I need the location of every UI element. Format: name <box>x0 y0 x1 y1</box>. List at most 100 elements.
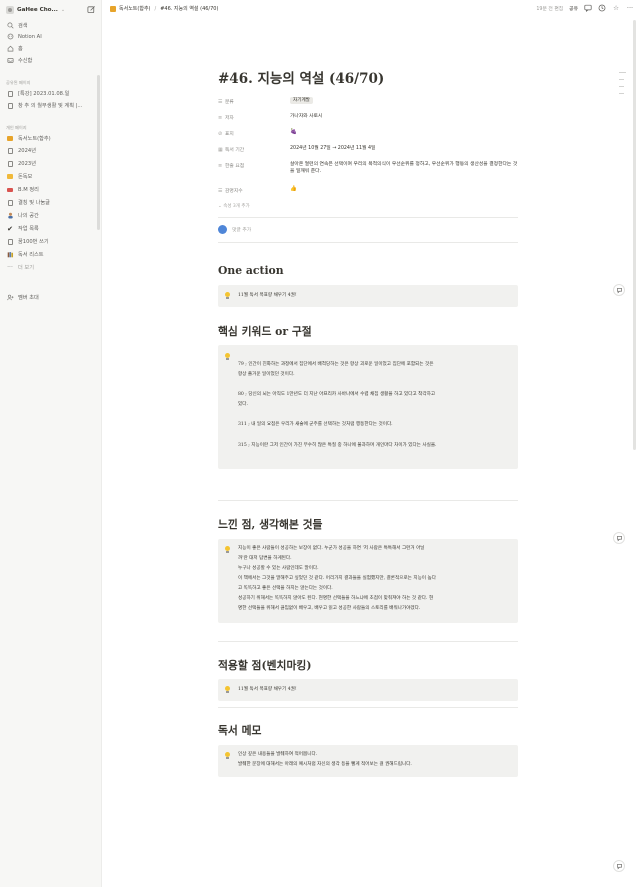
topbar-actions: 19분 전 편집 공유 ☆ ··· <box>536 4 634 12</box>
sidebar-item-label: Notion AI <box>18 33 42 40</box>
sidebar-item-label: 창 추 의 월부생활 및 계획 |... <box>18 103 83 109</box>
sidebar-item-more[interactable]: ··· 더 보기 <box>6 263 96 272</box>
add-properties-button[interactable]: ⌄ 속성 3개 추가 <box>218 203 250 209</box>
reflection-line: 까'란 대저 답변을 하게된다. <box>238 556 292 561</box>
sidebar-item-share-posts[interactable]: 결칭 및 나눔글 <box>6 198 96 207</box>
paperclip-icon: ⊘ <box>218 130 223 137</box>
topbar: 독서노트(합추) / #46. 지능의 역설 (46/70) 19분 전 편집 … <box>102 0 640 18</box>
reflection-line: 성공하기 위해서는 똑똑하지 않아도 된다. 현명한 선택들을 하느냐에 초점이… <box>238 596 434 601</box>
page-icon <box>6 102 14 110</box>
sidebar-item-label: 홈 <box>18 46 23 52</box>
divider <box>218 217 518 218</box>
page-icon <box>6 147 14 155</box>
cover-image-icon[interactable]: 🍇 <box>290 129 297 135</box>
workspace-switcher[interactable]: GaHee Cho... ⌄ <box>6 5 96 15</box>
sidebar-item-2023[interactable]: 2023년 <box>6 159 96 168</box>
avatar <box>218 225 227 234</box>
sidebar-item-dream-100[interactable]: 꿈100번 쓰기 <box>6 237 96 246</box>
divider <box>218 707 518 708</box>
table-of-contents-markers[interactable] <box>619 72 626 100</box>
comment-indicator-icon[interactable] <box>613 860 625 872</box>
category-tag[interactable]: 자기계발 <box>290 97 313 105</box>
sidebar-item-search[interactable]: 검색 <box>6 21 96 30</box>
search-icon <box>6 22 14 30</box>
person-icon <box>6 212 14 220</box>
sidebar-item-label: 2024년 <box>18 148 36 154</box>
heading-apply[interactable]: 적용할 점(벤치마킹) <box>218 657 311 673</box>
property-label: 한줄 요점 <box>225 164 245 169</box>
lightbulb-icon <box>224 686 230 693</box>
property-reading-period[interactable]: ▦ 독서 기간 2024년 10월 27일 → 2024년 11월 4일 <box>218 145 518 155</box>
folder-icon <box>6 135 14 143</box>
page-scrollbar[interactable] <box>633 20 636 450</box>
sidebar-item-bm[interactable]: B.M 정리 <box>6 185 96 194</box>
inbox-icon <box>6 57 14 65</box>
sidebar-item-label: 멤버 초대 <box>18 295 39 301</box>
comment-icon[interactable] <box>584 4 592 12</box>
comment-indicator-icon[interactable] <box>613 284 625 296</box>
star-icon[interactable]: ☆ <box>612 4 620 12</box>
callout-keywords[interactable]: 79 ; 인간이 진화하는 과정에서 집단에서 배척당하는 것은 항상 괴로운 … <box>218 345 518 469</box>
sidebar-item-my-space[interactable]: 나의 공간 <box>6 211 96 220</box>
heading-reflection[interactable]: 느낀 점, 생각해본 것들 <box>218 516 322 532</box>
sidebar-item-dondokmo[interactable]: 돈독모 <box>6 172 96 181</box>
property-label: 감명지수 <box>225 189 243 194</box>
heading-one-action[interactable]: One action <box>218 264 284 277</box>
callout-one-action[interactable]: 11월 독서 목표량 채우기 4권! <box>218 285 518 307</box>
sidebar-item-notion-ai[interactable]: Notion AI <box>6 32 96 41</box>
sidebar-item-label: 더 보기 <box>18 265 34 271</box>
more-options-icon[interactable]: ··· <box>626 4 634 12</box>
home-icon <box>6 45 14 53</box>
author-value: 가나자와 사토시 <box>290 114 323 119</box>
sidebar-item-shared-1[interactable]: [특강] 2023.01.08.일 <box>6 89 96 98</box>
sidebar-item-2024[interactable]: 2024년 <box>6 146 96 155</box>
breadcrumb-current[interactable]: #46. 지능의 역설 (46/70) <box>160 5 218 12</box>
property-impression[interactable]: ☰ 감명지수 👍 <box>218 186 518 196</box>
quote-line: 항상 즐거운 일이었던 것이다. <box>238 372 295 377</box>
new-page-icon[interactable] <box>87 5 96 14</box>
page-title[interactable]: #46. 지능의 역설 (46/70) <box>218 67 384 87</box>
sidebar-item-shared-2[interactable]: 창 추 의 월부생활 및 계획 |... <box>6 101 96 110</box>
heading-memo[interactable]: 독서 메모 <box>218 722 262 738</box>
text-icon: ≡ <box>218 114 223 121</box>
history-icon[interactable] <box>598 4 606 12</box>
callout-reflection[interactable]: 지능이 좋은 사람들이 성공하는 보장이 없다. 누군가 성공을 하면 '저 사… <box>218 539 518 623</box>
sidebar-item-label: [특강] 2023.01.08.일 <box>18 91 70 97</box>
share-button[interactable]: 공유 <box>569 5 578 12</box>
add-comment-input[interactable]: 댓글 추가 <box>218 225 251 234</box>
invite-members-button[interactable]: 멤버 초대 <box>6 293 96 302</box>
sidebar-item-label: B.M 정리 <box>18 187 39 193</box>
summary-value: 살아온 얼련의 연속은 선택이며 우리의 목적의식이 우선순위를 정하고, 우선… <box>290 162 518 175</box>
quote-line: 있다. <box>238 402 248 407</box>
property-category[interactable]: ☰ 분류 자기계발 <box>218 97 518 107</box>
sidebar-item-reading-notes[interactable]: 독서노트(합추) <box>6 134 96 143</box>
callout-apply[interactable]: 11월 독서 목표량 채우기 4권! <box>218 679 518 701</box>
sidebar: GaHee Cho... ⌄ 검색 Notion AI 홈 수신함 공유된 페이… <box>0 0 102 887</box>
memo-line: 인상 깊은 내용들을 발췌하여 적어봅니다. <box>238 752 318 757</box>
divider <box>218 242 518 243</box>
property-summary[interactable]: ≡ 한줄 요점 살아온 얼련의 연속은 선택이며 우리의 목적의식이 우선순위를 … <box>218 161 518 179</box>
reflection-line: 고 똑똑하고 좋은 선택을 하지는 않는다는 것이다. <box>238 586 333 591</box>
callout-memo[interactable]: 인상 깊은 내용들을 발췌하여 적어봅니다. 발췌한 문장에 대해서는 아래의 … <box>218 745 518 777</box>
quote-line: 79 ; 인간이 진화하는 과정에서 집단에서 배척당하는 것은 항상 괴로운 … <box>238 362 434 367</box>
card-icon <box>6 186 14 194</box>
add-people-icon <box>6 294 14 302</box>
sidebar-item-task-list[interactable]: ✔ 작업 목록 <box>6 224 96 233</box>
workspace-name: GaHee Cho... <box>17 7 58 13</box>
breadcrumb-parent[interactable]: 독서노트(합추) <box>119 5 151 12</box>
more-icon: ··· <box>7 264 13 271</box>
page-icon <box>6 238 14 246</box>
comment-indicator-icon[interactable] <box>613 532 625 544</box>
property-author[interactable]: ≡ 저자 가나자와 사토시 <box>218 113 518 123</box>
sidebar-item-label: 결칭 및 나눔글 <box>18 200 50 206</box>
reflection-line: 이 책에서는 그것을 말해주고 싶었던 것 같다. 어리가지 결과들을 실험했지… <box>238 576 436 581</box>
property-cover[interactable]: ⊘ 표지 🍇 <box>218 129 518 139</box>
sidebar-scrollbar[interactable] <box>97 75 100 230</box>
sidebar-item-inbox[interactable]: 수신함 <box>6 56 96 65</box>
sidebar-item-home[interactable]: 홈 <box>6 44 96 53</box>
property-label: 저자 <box>225 116 234 121</box>
sidebar-item-reading-list[interactable]: 독서 리스트 <box>6 250 96 259</box>
heading-keywords[interactable]: 핵심 키워드 or 구절 <box>218 323 312 339</box>
shared-section-title: 공유된 페이지 <box>6 80 31 85</box>
sidebar-item-label: 꿈100번 쓰기 <box>18 239 49 245</box>
